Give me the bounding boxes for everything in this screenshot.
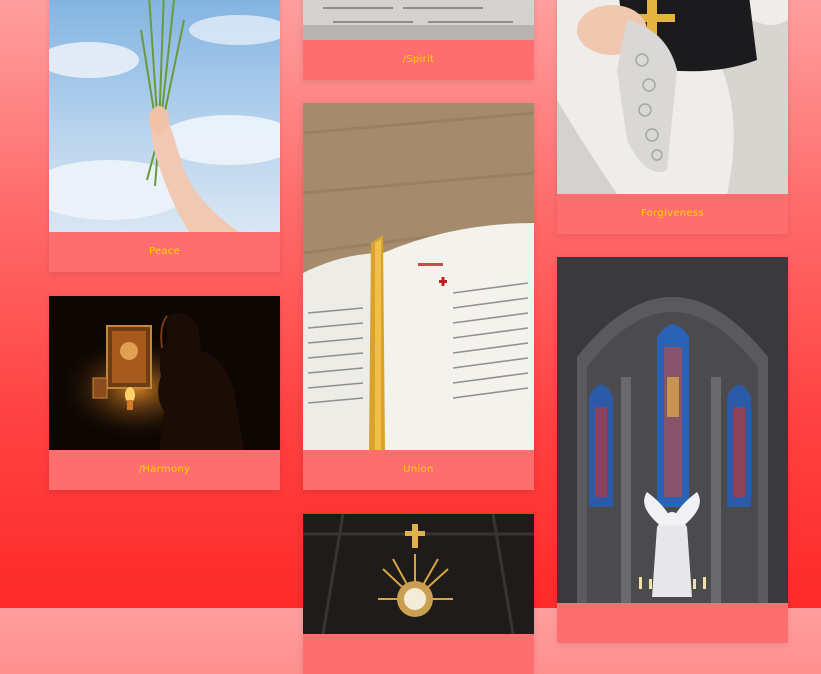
card-caption [303,634,534,674]
gallery-card-harmony[interactable]: /Harmony [49,296,280,490]
gallery-card-cathedral[interactable] [557,257,788,643]
card-caption: Peace [148,246,181,257]
card-caption [557,603,788,643]
candlelight-prayer-image [49,296,280,450]
open-book-image [303,0,534,40]
stained-glass-image [557,257,788,603]
gallery-card-union[interactable]: Union [303,103,534,490]
gallery-card-peace[interactable]: Peace [49,0,280,272]
card-caption: Forgiveness [641,208,704,219]
palm-leaves-image [49,0,280,232]
monstrance-image [303,514,534,634]
gallery-card-monstrance[interactable] [303,514,534,674]
card-caption: Union [403,464,434,475]
gallery-card-forgiveness[interactable]: Forgiveness [557,0,788,234]
card-caption: /Spirit [402,54,435,65]
priest-bible-image [557,0,788,194]
bible-ribbon-image [303,103,534,450]
gallery-card-spirit[interactable]: /Spirit [303,0,534,80]
card-caption: /Harmony [138,464,191,475]
